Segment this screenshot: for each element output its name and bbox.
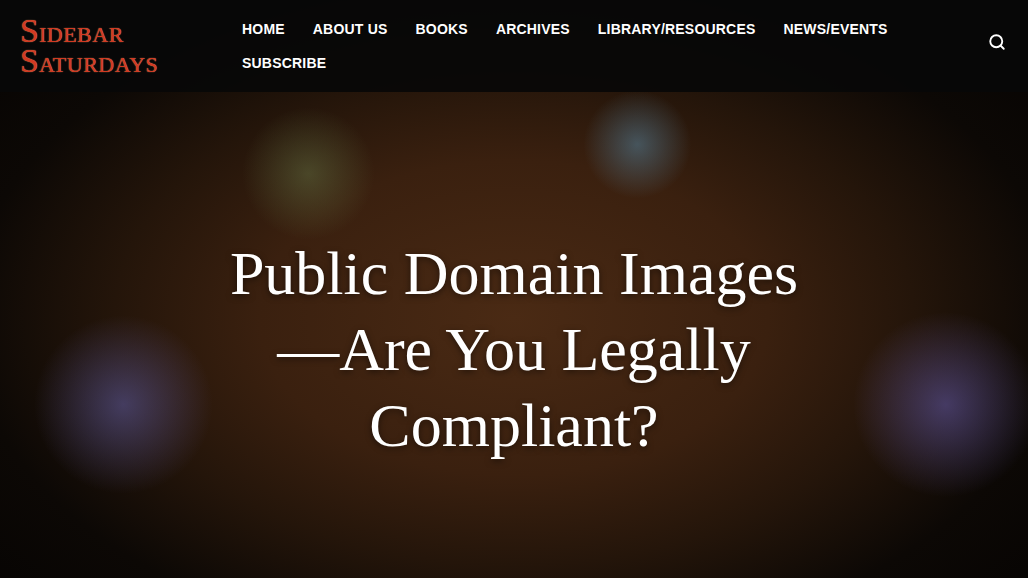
page: SIDEBARSATURDAYS HOME ABOUT US BOOKS ARCHIVE… — [0, 0, 1028, 578]
search-icon — [988, 33, 1006, 51]
nav-link[interactable]: HOME — [242, 21, 285, 37]
nav-link[interactable]: BOOKS — [416, 21, 468, 37]
search-button[interactable] — [986, 31, 1008, 53]
logo-initial: S — [20, 15, 39, 47]
site-header: SIDEBARSATURDAYS HOME ABOUT US BOOKS ARCHIVE… — [0, 0, 1028, 92]
logo-line: SIDEBAR — [20, 15, 192, 47]
nav-link[interactable]: NEWS/EVENTS — [784, 21, 888, 37]
logo-text: IDEBAR — [39, 25, 124, 46]
main-nav: HOME ABOUT US BOOKS ARCHIVES LIBRARY/RESOURC… — [242, 21, 962, 71]
hero-title: Public Domain Images—Are You Legally Com… — [214, 235, 814, 463]
logo-line: SATURDAYS — [20, 45, 192, 77]
logo-text: ATURDAYS — [39, 55, 158, 76]
logo-initial: S — [20, 45, 39, 77]
nav-link[interactable]: ARCHIVES — [496, 21, 570, 37]
hero-banner: Public Domain Images—Are You Legally Com… — [0, 92, 1028, 578]
nav-link[interactable]: SUBSCRIBE — [242, 55, 326, 71]
nav-link[interactable]: ABOUT US — [313, 21, 388, 37]
site-logo[interactable]: SIDEBARSATURDAYS — [20, 15, 192, 78]
nav-link[interactable]: LIBRARY/RESOURCES — [598, 21, 756, 37]
